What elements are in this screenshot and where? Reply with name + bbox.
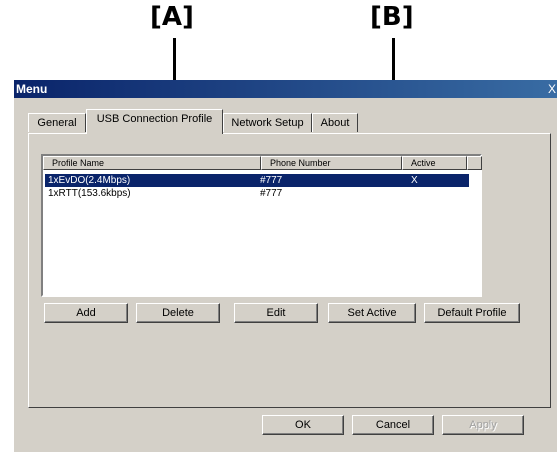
cancel-button[interactable]: Cancel bbox=[352, 415, 434, 435]
close-icon[interactable]: X bbox=[548, 80, 556, 98]
tab-general[interactable]: General bbox=[28, 113, 86, 132]
phone-number-cell: #777 bbox=[260, 175, 283, 186]
active-cell: X bbox=[411, 175, 418, 186]
tab-usb-connection-profile[interactable]: USB Connection Profile bbox=[86, 109, 223, 134]
callout-b: [B] bbox=[370, 2, 414, 32]
tab-about[interactable]: About bbox=[312, 113, 358, 132]
menu-dialog: Menu X General USB Connection Profile Ne… bbox=[14, 80, 557, 452]
edit-button[interactable]: Edit bbox=[234, 303, 318, 323]
ok-button[interactable]: OK bbox=[262, 415, 344, 435]
phone-number-cell: #777 bbox=[260, 188, 283, 199]
default-profile-button[interactable]: Default Profile bbox=[424, 303, 520, 323]
table-row[interactable]: 1xRTT(153.6kbps) #777 bbox=[45, 187, 469, 200]
add-button[interactable]: Add bbox=[44, 303, 128, 323]
column-profile-name[interactable]: Profile Name bbox=[43, 156, 261, 170]
tab-network-setup[interactable]: Network Setup bbox=[223, 113, 312, 132]
table-row[interactable]: 1xEvDO(2.4Mbps) #777 X bbox=[45, 174, 469, 187]
window-title: Menu bbox=[16, 82, 48, 96]
profile-name-cell: 1xEvDO(2.4Mbps) bbox=[48, 175, 131, 186]
callout-a: [A] bbox=[150, 2, 194, 32]
column-active[interactable]: Active bbox=[402, 156, 467, 170]
profile-list[interactable]: Profile Name Phone Number Active 1xEvDO(… bbox=[41, 154, 482, 297]
column-phone-number[interactable]: Phone Number bbox=[261, 156, 402, 170]
apply-button[interactable]: Apply bbox=[442, 415, 524, 435]
column-empty[interactable] bbox=[467, 156, 482, 170]
set-active-button[interactable]: Set Active bbox=[328, 303, 416, 323]
profile-list-header: Profile Name Phone Number Active bbox=[43, 156, 482, 170]
title-bar: Menu bbox=[14, 80, 557, 98]
profile-name-cell: 1xRTT(153.6kbps) bbox=[48, 188, 131, 199]
delete-button[interactable]: Delete bbox=[136, 303, 220, 323]
